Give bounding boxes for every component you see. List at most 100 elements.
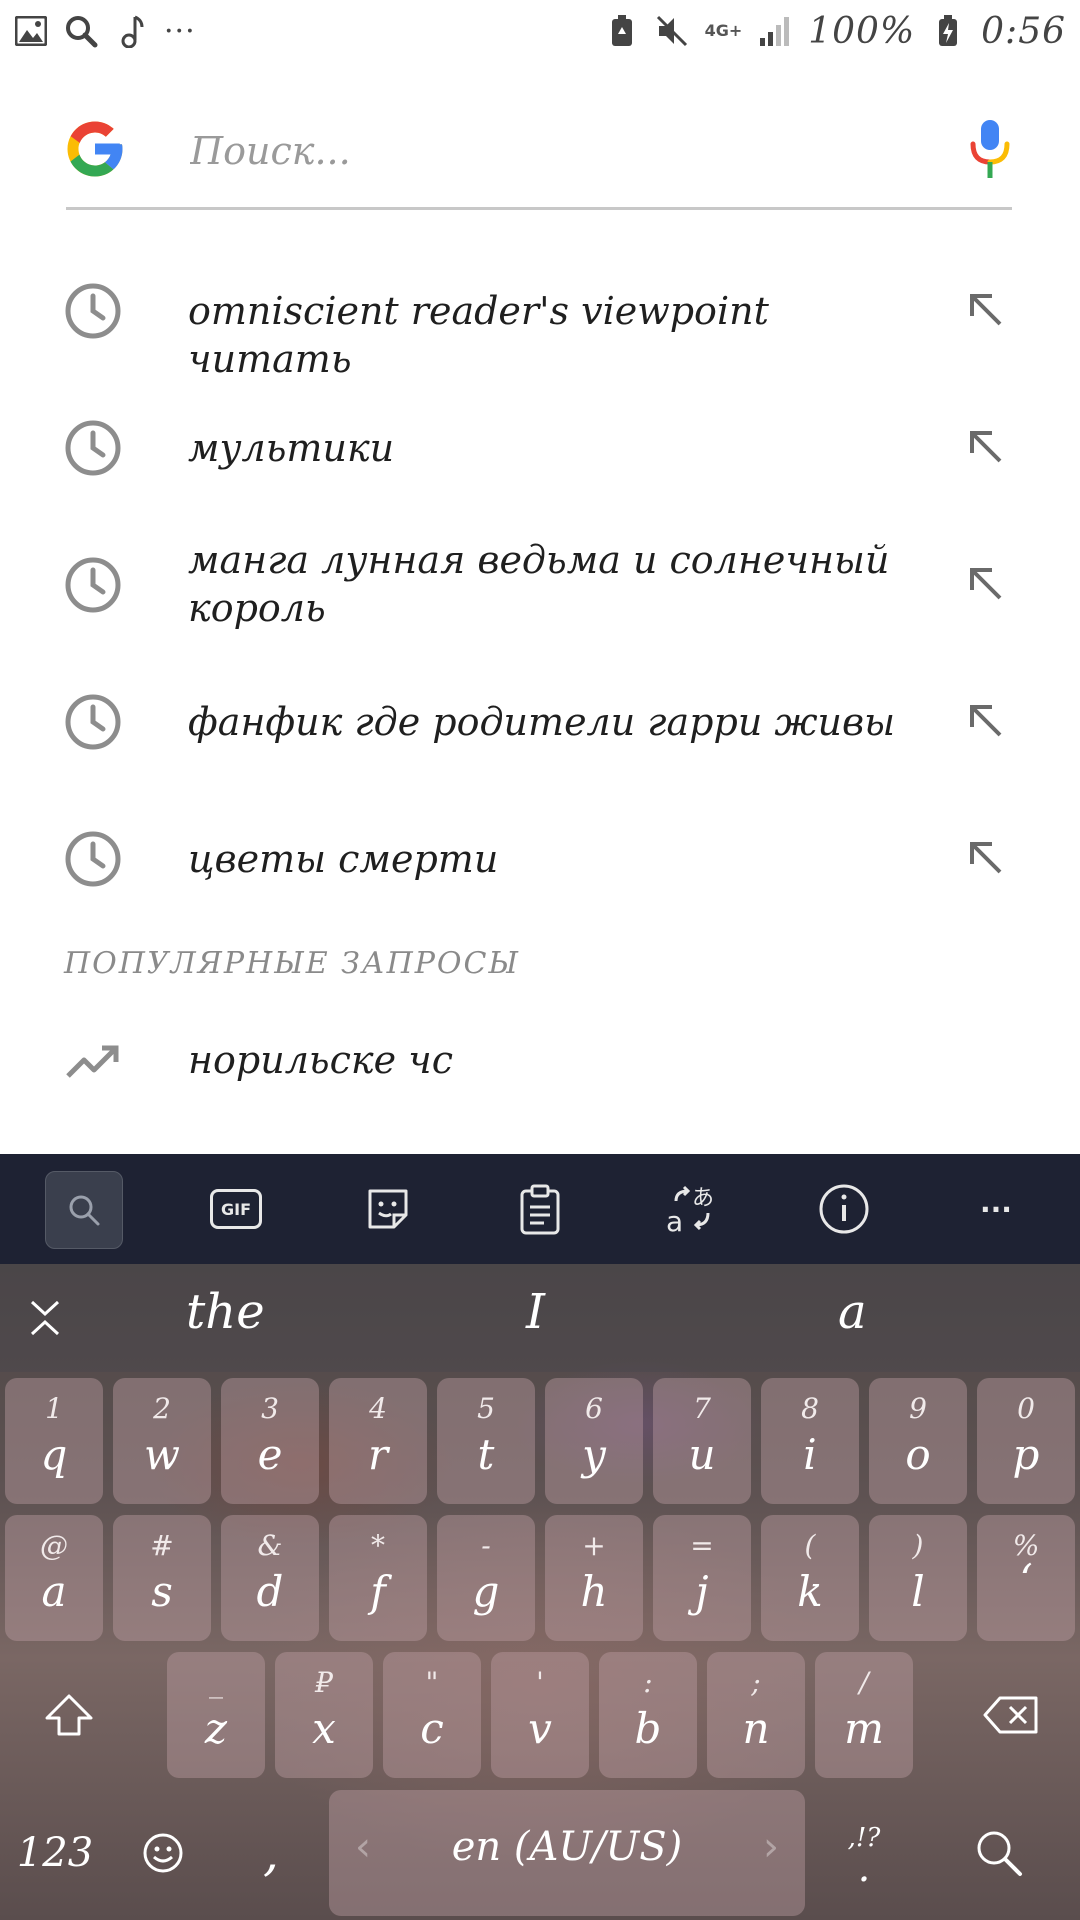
key-hint: :: [643, 1666, 653, 1699]
suggestion-word[interactable]: I: [526, 1284, 545, 1340]
key-label: q: [40, 1430, 68, 1479]
key-hint: 0: [1017, 1392, 1035, 1425]
key-label: j: [695, 1567, 709, 1616]
key-label: u: [688, 1430, 716, 1479]
key-label: f: [370, 1567, 386, 1616]
key-a[interactable]: @ a: [5, 1515, 103, 1641]
shift-key[interactable]: [20, 1652, 118, 1778]
history-item[interactable]: мультики: [0, 379, 1080, 516]
search-input[interactable]: [188, 118, 892, 184]
key-label: d: [256, 1567, 284, 1616]
history-item[interactable]: фанфик где родители гарри живы: [0, 653, 1080, 790]
key-s[interactable]: # s: [113, 1515, 211, 1641]
battery-saver-icon: [605, 14, 639, 48]
key-d[interactable]: & d: [221, 1515, 319, 1641]
key-hint: 2: [153, 1392, 171, 1425]
period-key[interactable]: ,!? .: [815, 1790, 913, 1916]
key-x[interactable]: ₽ x: [275, 1652, 373, 1778]
key-e[interactable]: 3e: [221, 1378, 319, 1504]
history-item-label: omniscient reader's viewpoint читать: [188, 289, 769, 381]
key-p[interactable]: 0p: [977, 1378, 1075, 1504]
key-b[interactable]: :b: [599, 1652, 697, 1778]
numbers-key-label: 123: [16, 1830, 94, 1876]
key-v[interactable]: ' v: [491, 1652, 589, 1778]
gallery-icon: [14, 14, 48, 48]
history-item[interactable]: цветы смерти: [0, 790, 1080, 927]
backspace-key[interactable]: [962, 1652, 1060, 1778]
key-m[interactable]: / m: [815, 1652, 913, 1778]
history-item-label: цветы смерти: [188, 837, 499, 881]
key-label: e: [257, 1430, 283, 1479]
insert-query-arrow-icon[interactable]: [966, 564, 1006, 604]
collapse-suggestions-icon[interactable]: [28, 1298, 62, 1342]
insert-query-arrow-icon[interactable]: [966, 290, 1006, 330]
keyboard-search-button[interactable]: [45, 1171, 123, 1249]
key-hint: +: [582, 1529, 606, 1562]
key-hint: @: [40, 1529, 68, 1562]
sticker-button[interactable]: [350, 1171, 426, 1247]
key-u[interactable]: 7u: [653, 1378, 751, 1504]
clipboard-button[interactable]: [502, 1171, 578, 1247]
suggestion-word[interactable]: a: [838, 1284, 867, 1340]
key-label: v: [528, 1704, 552, 1753]
key-c[interactable]: " c: [383, 1652, 481, 1778]
history-clock-icon: [64, 830, 122, 888]
status-bar: ··· 4G+ 100% 0:56: [0, 0, 1080, 62]
microphone-icon[interactable]: [968, 118, 1012, 186]
suggestion-word[interactable]: the: [186, 1284, 265, 1340]
key-n[interactable]: ; n: [707, 1652, 805, 1778]
more-options-button[interactable]: ···: [958, 1171, 1034, 1247]
comma-key-label: ,: [263, 1824, 279, 1882]
space-language-label: en (AU/US): [451, 1824, 683, 1870]
history-clock-icon: [64, 693, 122, 751]
gif-label: GIF: [220, 1199, 251, 1219]
history-item-label: мультики: [188, 426, 395, 470]
key-q[interactable]: 1q: [5, 1378, 103, 1504]
space-key[interactable]: ‹ en (AU/US) ›: [329, 1790, 805, 1916]
popular-item[interactable]: норильске чс: [0, 994, 1080, 1131]
insert-query-arrow-icon[interactable]: [966, 701, 1006, 741]
key-r[interactable]: 4r: [329, 1378, 427, 1504]
key-label: b: [634, 1704, 662, 1753]
history-clock-icon: [64, 419, 122, 477]
key-k[interactable]: (k: [761, 1515, 859, 1641]
key-j[interactable]: = j: [653, 1515, 751, 1641]
key-hint: _: [209, 1666, 223, 1699]
trending-icon: [64, 1034, 122, 1092]
key-hint: 4: [369, 1392, 387, 1425]
key-t[interactable]: 5t: [437, 1378, 535, 1504]
battery-percent: 100%: [808, 10, 916, 52]
history-item[interactable]: omniscient reader's viewpoint читать: [0, 242, 1080, 381]
key-label: h: [580, 1567, 608, 1616]
search-enter-key[interactable]: [950, 1790, 1048, 1916]
key-w[interactable]: 2w: [113, 1378, 211, 1504]
gif-button[interactable]: GIF: [198, 1171, 274, 1247]
emoji-key[interactable]: [114, 1790, 212, 1916]
info-button[interactable]: [806, 1171, 882, 1247]
key-f[interactable]: * f: [329, 1515, 427, 1641]
keyboard: the I a 1q 2w 3e 4r 5t 6y 7u 8i 9o 0p @ a…: [0, 1264, 1080, 1920]
google-logo-icon: [62, 116, 128, 182]
numbers-key[interactable]: 123: [6, 1790, 104, 1916]
history-item[interactable]: манга лунная ведьма и солнечный король: [0, 516, 1080, 653]
svg-text:a: a: [666, 1205, 683, 1235]
insert-query-arrow-icon[interactable]: [966, 838, 1006, 878]
history-clock-icon: [64, 282, 122, 340]
key-hint: ;: [751, 1666, 761, 1699]
status-left: ···: [14, 14, 196, 49]
key-i[interactable]: 8i: [761, 1378, 859, 1504]
key-z[interactable]: _ z: [167, 1652, 265, 1778]
key-label: o: [905, 1430, 931, 1479]
key-g[interactable]: -g: [437, 1515, 535, 1641]
key-h[interactable]: + h: [545, 1515, 643, 1641]
key-l[interactable]: ) l: [869, 1515, 967, 1641]
key-apostrophe[interactable]: % ‘: [977, 1515, 1075, 1641]
popular-section-header: ПОПУЛЯРНЫЕ ЗАПРОСЫ: [64, 946, 520, 981]
key-y[interactable]: 6y: [545, 1378, 643, 1504]
comma-key[interactable]: ,: [222, 1790, 320, 1916]
insert-query-arrow-icon[interactable]: [966, 427, 1006, 467]
key-label: n: [742, 1704, 770, 1753]
search-icon: [64, 14, 98, 48]
key-o[interactable]: 9o: [869, 1378, 967, 1504]
translate-button[interactable]: aあ: [654, 1171, 730, 1247]
